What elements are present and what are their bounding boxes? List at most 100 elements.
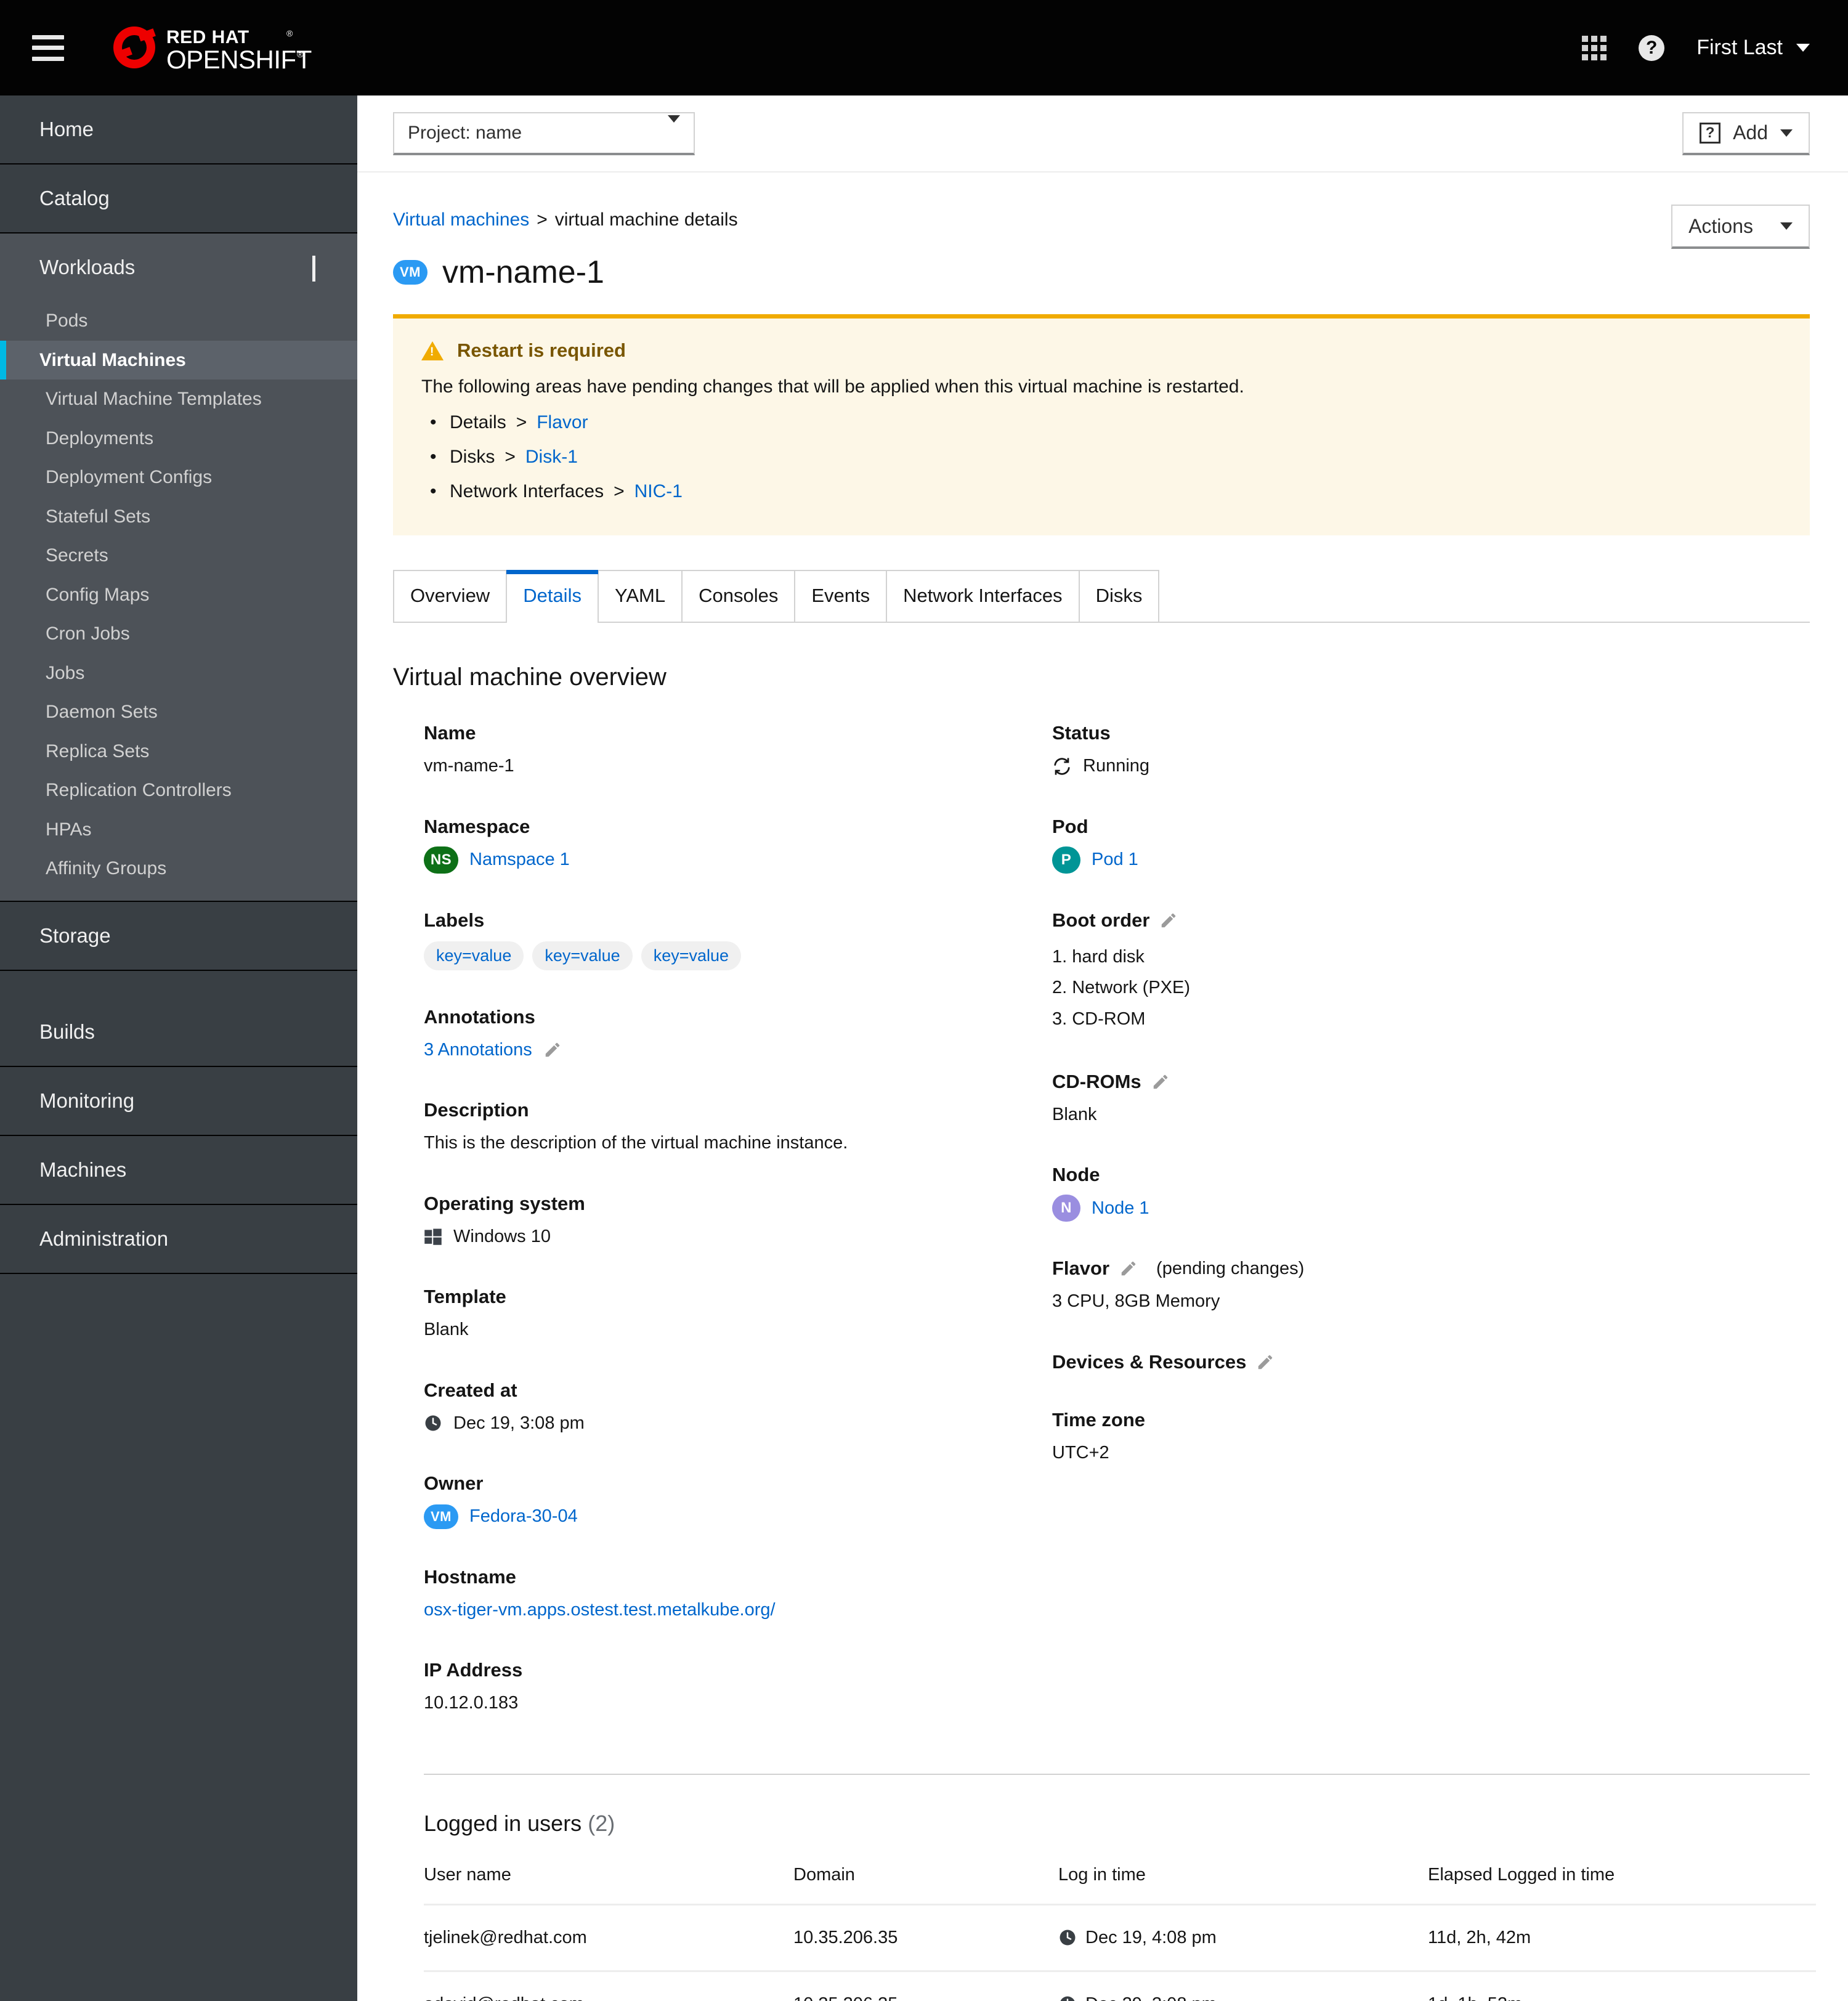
field-label: Time zone xyxy=(1052,1408,1146,1431)
section-title-overview: Virtual machine overview xyxy=(393,664,667,691)
alert-item-area: Details xyxy=(450,412,506,432)
add-button[interactable]: ? Add xyxy=(1682,112,1810,155)
page-body: Virtual machines > virtual machine detai… xyxy=(357,172,1848,2001)
actions-button[interactable]: Actions xyxy=(1671,205,1810,249)
sidebar-item-storage[interactable]: Storage xyxy=(0,901,357,970)
sidebar-item-home[interactable]: Home xyxy=(0,95,357,163)
field-boot-order: Boot order 1. hard disk 2. Network (PXE)… xyxy=(1052,909,1668,1035)
tab-consoles[interactable]: Consoles xyxy=(683,570,796,622)
pencil-edit-icon[interactable] xyxy=(543,1041,562,1059)
field-created-at: Created at Dec 19, 3:08 pm xyxy=(424,1379,1052,1437)
sidebar-section-machines: Machines xyxy=(0,1135,357,1205)
sidebar-item-virtual-machine-templates[interactable]: Virtual Machine Templates xyxy=(0,380,357,419)
table-row: adavid@redhat.com 10.35.206.35 Dec 29, 3… xyxy=(424,1971,1816,2001)
chevron-down-icon xyxy=(668,115,680,144)
field-label: Devices & Resources xyxy=(1052,1351,1668,1373)
sidebar-item-administration[interactable]: Administration xyxy=(0,1204,357,1273)
alert-item-link-nic[interactable]: NIC-1 xyxy=(634,481,683,502)
list-item: Disks > Disk-1 xyxy=(421,447,1781,468)
sidebar-group-workloads[interactable]: Workloads xyxy=(0,233,357,301)
field-value: 10.12.0.183 xyxy=(424,1693,519,1713)
sidebar-item-virtual-machines[interactable]: Virtual Machines xyxy=(0,340,357,380)
grid-apps-icon[interactable] xyxy=(1582,35,1607,60)
label-chip[interactable]: key=value xyxy=(532,941,633,970)
add-button-label: Add xyxy=(1733,121,1768,144)
sidebar-item-label: Stateful Sets xyxy=(46,506,151,527)
annotations-link[interactable]: 3 Annotations xyxy=(424,1037,532,1064)
field-label: Flavor (pending changes) xyxy=(1052,1257,1668,1280)
alert-item-area: Disks xyxy=(450,447,495,467)
tab-network-interfaces[interactable]: Network Interfaces xyxy=(887,570,1080,622)
field-value: Running xyxy=(1052,753,1668,780)
labels-chip-list: key=value key=value key=value xyxy=(424,941,1052,970)
sidebar-item-replica-sets[interactable]: Replica Sets xyxy=(0,732,357,771)
field-label: Name xyxy=(424,722,476,744)
sidebar-item-catalog[interactable]: Catalog xyxy=(0,164,357,232)
sidebar-item-machines[interactable]: Machines xyxy=(0,1135,357,1204)
label-chip[interactable]: key=value xyxy=(641,941,742,970)
hamburger-menu-icon[interactable] xyxy=(32,34,64,61)
logged-in-users-count: (2) xyxy=(588,1810,615,1836)
user-menu[interactable]: First Last xyxy=(1696,36,1810,60)
overview-left-column: Name vm-name-1 Namespace NS Namspace 1 L… xyxy=(424,722,1052,1753)
namespace-link[interactable]: Namspace 1 xyxy=(469,846,570,874)
owner-link[interactable]: Fedora-30-04 xyxy=(469,1503,578,1530)
alert-item-link-disk[interactable]: Disk-1 xyxy=(525,447,578,468)
alert-item-separator: > xyxy=(614,481,625,501)
sidebar-item-deployment-configs[interactable]: Deployment Configs xyxy=(0,458,357,497)
sidebar-item-stateful-sets[interactable]: Stateful Sets xyxy=(0,497,357,537)
field-operating-system: Operating system Windows 10 xyxy=(424,1193,1052,1251)
tab-disks[interactable]: Disks xyxy=(1079,570,1160,622)
sidebar-item-cron-jobs[interactable]: Cron Jobs xyxy=(0,614,357,654)
tab-events[interactable]: Events xyxy=(795,570,888,622)
sync-running-icon xyxy=(1052,757,1072,776)
tab-yaml[interactable]: YAML xyxy=(598,570,683,622)
sidebar-section-workloads: Workloads Pods Virtual Machines Virtual … xyxy=(0,233,357,902)
pencil-edit-icon[interactable] xyxy=(1159,911,1178,930)
created-at-value: Dec 19, 3:08 pm xyxy=(453,1413,585,1433)
sidebar-item-monitoring[interactable]: Monitoring xyxy=(0,1066,357,1135)
project-bar: Project: name ? Add xyxy=(357,95,1848,172)
field-annotations: Annotations 3 Annotations xyxy=(424,1006,1052,1064)
sidebar-item-deployments[interactable]: Deployments xyxy=(0,419,357,458)
sidebar-item-label: Monitoring xyxy=(39,1089,135,1112)
redhat-openshift-logo[interactable]: RED HAT ® OPENSHIFT ® xyxy=(111,0,314,95)
sidebar-item-config-maps[interactable]: Config Maps xyxy=(0,575,357,615)
field-label: Annotations xyxy=(424,1005,535,1028)
sidebar-item-hpas[interactable]: HPAs xyxy=(0,810,357,850)
sidebar-item-affinity-groups[interactable]: Affinity Groups xyxy=(0,849,357,888)
sidebar-item-jobs[interactable]: Jobs xyxy=(0,654,357,693)
label-chip[interactable]: key=value xyxy=(424,941,524,970)
hostname-link[interactable]: osx-tiger-vm.apps.ostest.test.metalkube.… xyxy=(424,1600,776,1620)
field-template: Template Blank xyxy=(424,1286,1052,1344)
sidebar-item-replication-controllers[interactable]: Replication Controllers xyxy=(0,771,357,810)
actions-button-label: Actions xyxy=(1688,214,1753,237)
list-item: Network Interfaces > NIC-1 xyxy=(421,481,1781,502)
sidebar-item-daemon-sets[interactable]: Daemon Sets xyxy=(0,692,357,732)
project-selector[interactable]: Project: name xyxy=(393,112,695,155)
alert-item-link-flavor[interactable]: Flavor xyxy=(537,412,588,433)
pencil-edit-icon[interactable] xyxy=(1119,1259,1138,1278)
masthead-actions: ? First Last xyxy=(1582,34,1810,61)
sidebar-item-secrets[interactable]: Secrets xyxy=(0,536,357,575)
sidebar-item-pods[interactable]: Pods xyxy=(0,301,357,341)
field-value: vm-name-1 xyxy=(424,756,514,776)
pencil-edit-icon[interactable] xyxy=(1151,1073,1170,1091)
sidebar-section-monitoring: Monitoring xyxy=(0,1066,357,1136)
node-link[interactable]: Node 1 xyxy=(1092,1195,1149,1222)
pencil-edit-icon[interactable] xyxy=(1256,1353,1275,1371)
alert-pending-list: Details > Flavor Disks > Disk-1 Network … xyxy=(421,412,1781,502)
help-icon[interactable]: ? xyxy=(1639,34,1665,61)
pod-link[interactable]: Pod 1 xyxy=(1092,846,1138,874)
tab-overview[interactable]: Overview xyxy=(393,570,508,622)
sidebar-item-builds[interactable]: Builds xyxy=(0,997,357,1066)
tab-details[interactable]: Details xyxy=(506,570,599,623)
field-value: 3 Annotations xyxy=(424,1037,1052,1064)
breadcrumb-separator: > xyxy=(537,209,548,230)
overview-right-column: Status Running Pod P Pod 1 Boot order 1.… xyxy=(1052,722,1668,1753)
sidebar-item-label: Replication Controllers xyxy=(46,780,232,800)
project-selector-label: Project: name xyxy=(408,122,522,143)
field-label: Created at xyxy=(424,1379,517,1401)
breadcrumb-link-virtual-machines[interactable]: Virtual machines xyxy=(393,209,529,230)
